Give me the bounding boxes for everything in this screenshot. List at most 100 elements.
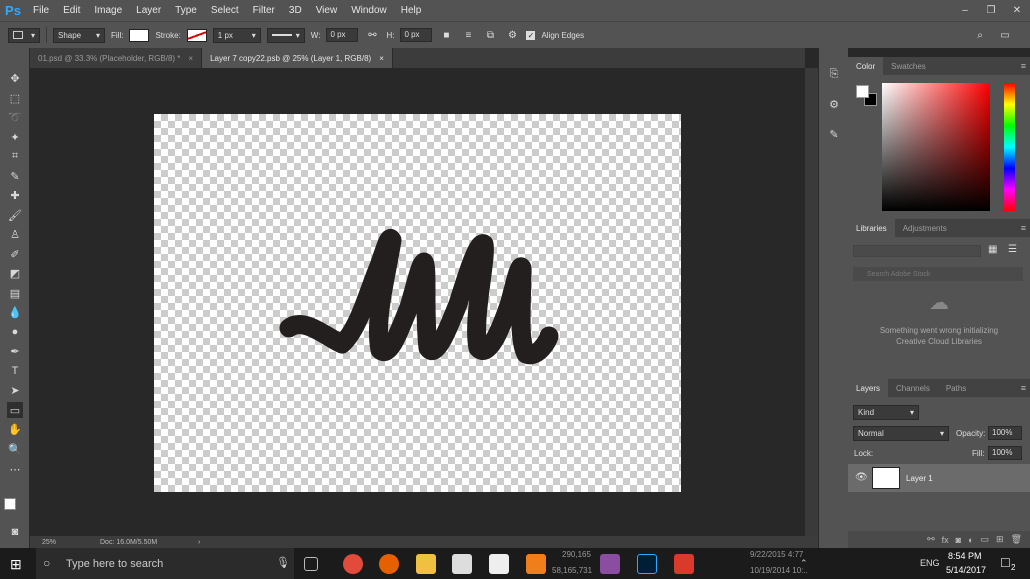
menu-file[interactable]: File xyxy=(26,5,56,16)
new-layer-icon[interactable]: ⊞ xyxy=(996,534,1004,545)
tab-channels[interactable]: Channels xyxy=(888,379,938,397)
stock-search-input[interactable]: Search Adobe Stock xyxy=(853,267,1023,281)
layer-name[interactable]: Layer 1 xyxy=(906,474,933,483)
marquee-tool-icon[interactable]: ⬚ xyxy=(7,90,23,106)
menu-filter[interactable]: Filter xyxy=(246,5,282,16)
minimize-button[interactable]: – xyxy=(952,0,978,21)
taskbar-search-input[interactable]: Type here to search xyxy=(36,548,294,579)
menu-view[interactable]: View xyxy=(309,5,345,16)
menu-type[interactable]: Type xyxy=(168,5,204,16)
move-tool-icon[interactable]: ✥ xyxy=(7,70,23,86)
task-view-icon[interactable] xyxy=(304,557,318,571)
more-tools-icon[interactable]: ⋯ xyxy=(7,461,23,477)
tab-swatches[interactable]: Swatches xyxy=(883,57,934,75)
winrar-icon[interactable] xyxy=(600,554,620,574)
brush-tool-icon[interactable]: 🖌 xyxy=(7,207,23,223)
tab-color[interactable]: Color xyxy=(848,57,884,75)
layer-row[interactable]: 👁 Layer 1 xyxy=(848,464,1030,492)
panel-menu-icon[interactable]: ≡ xyxy=(1021,61,1026,71)
tool-preset-picker[interactable]: ▾ xyxy=(8,27,40,43)
color-foreground-swatch[interactable] xyxy=(856,85,869,98)
trash-icon[interactable]: 🗑 xyxy=(1011,534,1022,545)
magic-wand-tool-icon[interactable]: ✦ xyxy=(7,129,23,145)
firefox-icon[interactable] xyxy=(379,554,399,574)
photoshop-taskbar-icon[interactable] xyxy=(637,554,657,574)
hand-tool-icon[interactable]: ✋ xyxy=(7,421,23,437)
close-icon[interactable]: × xyxy=(379,54,384,63)
stroke-swatch[interactable] xyxy=(186,28,207,42)
hue-slider[interactable] xyxy=(1004,83,1015,211)
blend-mode-select[interactable]: Normal ▾ xyxy=(853,426,949,441)
menu-3d[interactable]: 3D xyxy=(282,5,309,16)
panel-menu-icon[interactable]: ≡ xyxy=(1021,383,1026,393)
menu-help[interactable]: Help xyxy=(394,5,429,16)
stroke-type-select[interactable]: ▾ xyxy=(266,27,305,43)
history-brush-tool-icon[interactable]: ✐ xyxy=(7,246,23,262)
file-explorer-icon[interactable] xyxy=(416,554,436,574)
document-canvas[interactable] xyxy=(154,114,681,492)
fx-icon[interactable]: fx xyxy=(942,535,949,545)
menu-select[interactable]: Select xyxy=(204,5,246,16)
link-layers-icon[interactable]: ⚯ xyxy=(927,534,935,545)
search-icon[interactable]: ⌕ xyxy=(972,27,988,43)
fill-swatch[interactable] xyxy=(129,28,150,42)
link-icon[interactable]: ⚯ xyxy=(364,27,380,43)
opacity-input[interactable]: 100% xyxy=(988,426,1022,440)
list-view-icon[interactable]: ☰ xyxy=(1008,244,1020,256)
zoom-level[interactable]: 25% xyxy=(30,539,100,546)
quick-mask-icon[interactable]: ◙ xyxy=(7,524,23,540)
path-selection-tool-icon[interactable]: ➤ xyxy=(7,382,23,398)
brush-panel-icon[interactable]: ✎ xyxy=(826,126,842,142)
path-arrangement-icon[interactable]: ⧉ xyxy=(482,27,498,43)
lasso-tool-icon[interactable]: ➰ xyxy=(7,109,23,125)
tab-layers[interactable]: Layers xyxy=(848,379,889,397)
healing-brush-tool-icon[interactable]: ✚ xyxy=(7,187,23,203)
menu-edit[interactable]: Edit xyxy=(56,5,87,16)
history-panel-icon[interactable]: ⎘ xyxy=(826,66,842,82)
tab-libraries[interactable]: Libraries xyxy=(848,219,895,237)
path-alignment-icon[interactable]: ≡ xyxy=(460,27,476,43)
library-select[interactable] xyxy=(853,245,981,257)
close-icon[interactable]: × xyxy=(188,54,193,63)
menu-layer[interactable]: Layer xyxy=(129,5,168,16)
type-tool-icon[interactable]: T xyxy=(7,363,23,379)
color-picker-field[interactable] xyxy=(882,83,990,211)
pen-tool-icon[interactable]: ✒ xyxy=(7,343,23,359)
language-indicator[interactable]: ENG xyxy=(920,558,940,568)
dodge-tool-icon[interactable]: ● xyxy=(7,324,23,340)
eraser-tool-icon[interactable]: ◩ xyxy=(7,265,23,281)
chevron-up-icon[interactable]: ⌃ xyxy=(800,558,808,569)
crop-tool-icon[interactable]: ⌗ xyxy=(7,148,23,164)
fill-input[interactable]: 100% xyxy=(988,446,1022,460)
tab-paths[interactable]: Paths xyxy=(938,379,974,397)
width-input[interactable]: 0 px xyxy=(326,28,359,42)
align-edges-checkbox[interactable]: ✓ xyxy=(526,30,536,40)
mail-icon[interactable] xyxy=(489,554,509,574)
xampp-icon[interactable] xyxy=(526,554,546,574)
layer-filter-kind[interactable]: Kind ▾ xyxy=(853,405,919,420)
eyedropper-tool-icon[interactable]: ✎ xyxy=(7,168,23,184)
grid-view-icon[interactable]: ▦ xyxy=(988,244,1000,256)
tab-adjustments[interactable]: Adjustments xyxy=(895,219,955,237)
new-group-icon[interactable]: ▭ xyxy=(981,534,990,545)
zoom-tool-icon[interactable]: 🔍 xyxy=(7,441,23,457)
windows-start-icon[interactable]: ⊞ xyxy=(10,555,28,573)
chrome-icon[interactable] xyxy=(343,554,363,574)
panel-menu-icon[interactable]: ≡ xyxy=(1021,223,1026,233)
stroke-width-field[interactable]: 1 px ▾ xyxy=(212,27,261,43)
path-operations-icon[interactable]: ■ xyxy=(438,27,454,43)
blur-tool-icon[interactable]: 💧 xyxy=(7,304,23,320)
properties-panel-icon[interactable]: ⚙ xyxy=(826,96,842,112)
add-mask-icon[interactable]: ◙ xyxy=(956,535,961,545)
notifications-icon[interactable]: ☐ xyxy=(1000,556,1011,570)
restore-button[interactable]: ❐ xyxy=(978,0,1004,21)
eye-icon[interactable]: 👁 xyxy=(855,472,868,483)
foreground-color-swatch[interactable] xyxy=(4,498,16,510)
stamp-tool-icon[interactable]: ♙ xyxy=(7,226,23,242)
store-icon[interactable] xyxy=(452,554,472,574)
height-input[interactable]: 0 px xyxy=(400,28,433,42)
mode-select[interactable]: Shape ▾ xyxy=(53,27,105,43)
tab-layer7-copy22[interactable]: Layer 7 copy22.psb @ 25% (Layer 1, RGB/8… xyxy=(202,48,393,68)
microphone-icon[interactable]: 🎙 xyxy=(276,556,290,569)
gear-icon[interactable]: ⚙ xyxy=(504,27,520,43)
